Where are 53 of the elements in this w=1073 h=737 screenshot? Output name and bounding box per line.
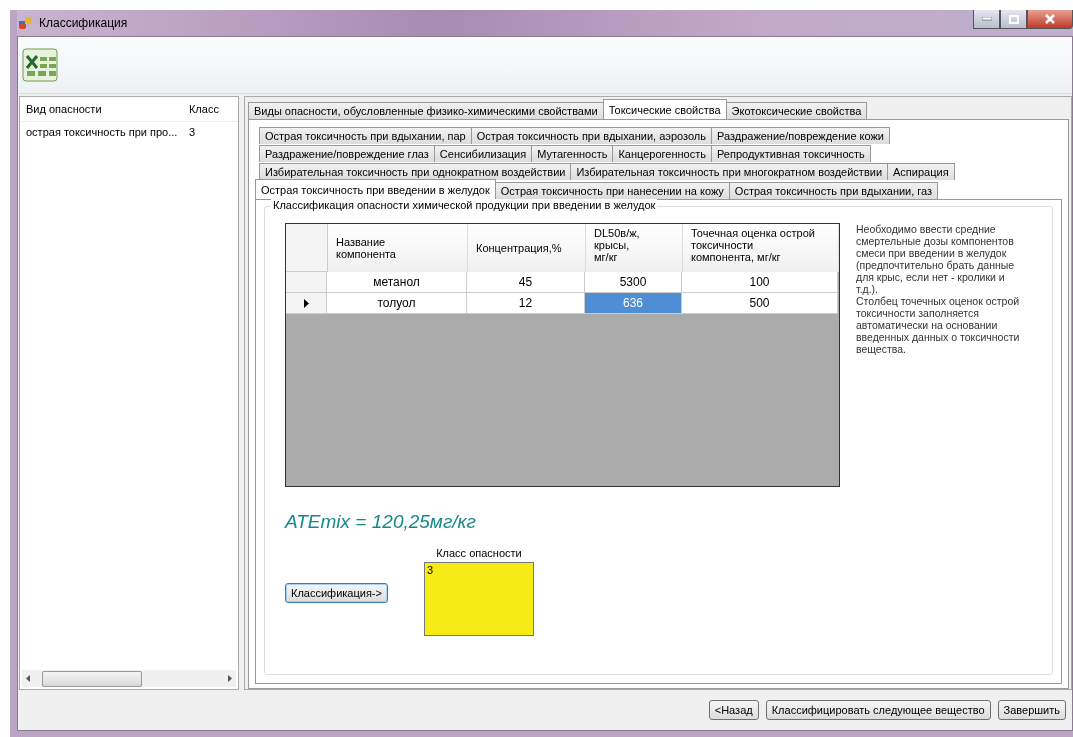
current-row-icon [303, 298, 309, 308]
row-header[interactable] [286, 293, 327, 314]
tab[interactable]: Острая токсичность при вдыхании, газ [728, 182, 939, 199]
hazard-class-field[interactable]: 3 [423, 562, 534, 636]
footer-button[interactable]: <Назад [708, 700, 759, 720]
hint-text: Столбец точечных оценок острой токсичности заполняется автоматически на основании введенных данных о токсичности вещества. [856, 295, 1021, 355]
table-cell[interactable]: 45 [467, 272, 585, 293]
app-icon [19, 16, 33, 30]
field-label: Класс опасности [436, 547, 522, 559]
close-icon [1045, 14, 1055, 24]
corner-header-cell[interactable] [286, 224, 328, 272]
tab[interactable]: Виды опасности, обусловленные физико-химическими свойствами [248, 102, 604, 119]
table-cell[interactable]: 5300 [585, 272, 682, 293]
table-cell[interactable]: 500 [682, 293, 838, 314]
tab[interactable]: Острая токсичность при вдыхании, пар [259, 127, 472, 144]
table-cell[interactable]: метанол [327, 272, 467, 293]
tab[interactable]: Аспирация [887, 163, 955, 180]
maximize-icon [1008, 14, 1019, 24]
scroll-right-icon[interactable] [228, 675, 232, 682]
tab[interactable]: Мутагенность [531, 145, 614, 162]
tab[interactable]: Острая токсичность при нанесении на кожу [494, 182, 730, 199]
group-title: Классификация опасности химической продукции при введении в желудок [271, 199, 658, 211]
tab[interactable]: Сенсибилизация [433, 145, 533, 162]
tab[interactable]: Раздражение/повреждение кожи [710, 127, 890, 144]
maximize-button[interactable] [1000, 10, 1027, 29]
list-cell[interactable]: острая токсичность при про... [20, 126, 183, 138]
tab[interactable]: Токсические свойства [602, 99, 727, 119]
tab[interactable]: Экотоксические свойства [725, 102, 868, 119]
tab[interactable]: Канцерогенность [612, 145, 712, 162]
horizontal-scrollbar[interactable] [22, 670, 236, 687]
tab[interactable]: Острая токсичность при вдыхании, аэрозоль [470, 127, 712, 144]
close-button[interactable] [1027, 10, 1073, 29]
result-formula: ATEmix = 120,25мг/кг [285, 511, 477, 533]
window-title: Классификация [39, 16, 128, 30]
table-cell[interactable]: 100 [682, 272, 838, 293]
tab[interactable]: Репродуктивная токсичность [711, 145, 871, 162]
tab[interactable]: Избирательная токсичность при однократном воздействии [259, 163, 572, 180]
tab[interactable]: Острая токсичность при введении в желудок [255, 179, 496, 199]
scroll-left-icon[interactable] [26, 675, 30, 682]
list-cell[interactable]: 3 [182, 126, 238, 138]
footer-button[interactable]: Завершить [997, 700, 1066, 720]
spreadsheet-icon[interactable] [22, 47, 60, 83]
minimize-button[interactable] [973, 10, 1000, 29]
hint-text: Необходимо ввести средние смертельные дозы компонентов смеси при введении в желудок (предпочтительно брать данные для крыс, если нет - кролики и т.д.). [856, 223, 1016, 295]
tab[interactable]: Избирательная токсичность при многократном воздействии [570, 163, 889, 180]
column-header[interactable]: Класс [182, 103, 238, 115]
tab[interactable]: Раздражение/повреждение глаз [259, 145, 435, 162]
table-cell[interactable]: 12 [467, 293, 585, 314]
minimize-icon [981, 17, 992, 21]
table-cell[interactable]: толуол [327, 293, 467, 314]
footer-button[interactable]: Классифицировать следующее вещество [765, 700, 991, 720]
classify-button[interactable]: Классификация-> [285, 583, 388, 603]
column-header[interactable]: Вид опасности [20, 103, 183, 115]
